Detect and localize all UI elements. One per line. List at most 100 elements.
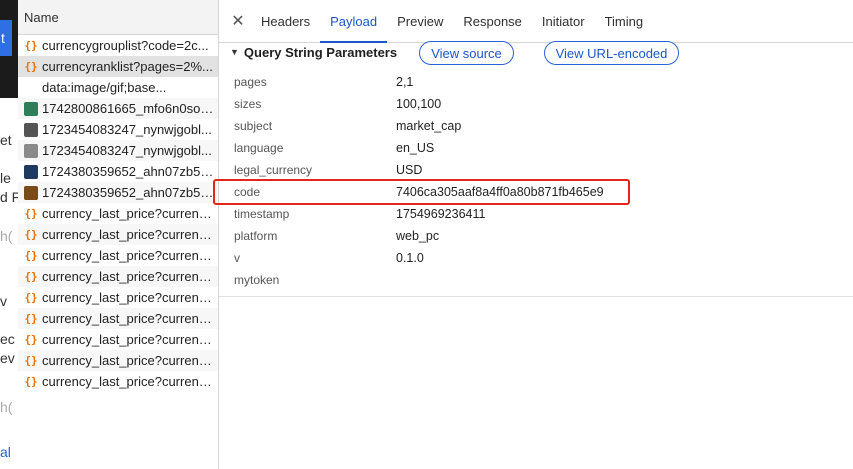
param-value: USD <box>396 163 423 177</box>
request-name: currency_last_price?currenc... <box>42 332 214 347</box>
request-list-item[interactable]: {} currency_last_price?currenc... <box>18 371 218 392</box>
query-string-section-header[interactable]: ▼ Query String Parameters <box>219 41 853 63</box>
request-list-item[interactable]: {} currencyranklist?pages=2%... <box>18 56 218 77</box>
page-blue-button[interactable]: t <box>0 20 12 56</box>
param-key: legal_currency <box>234 163 313 177</box>
tab-headers[interactable]: Headers <box>251 0 320 42</box>
xhr-icon: {} <box>24 354 38 367</box>
param-key: language <box>234 141 284 155</box>
name-column-label: Name <box>24 9 59 25</box>
page-text-fragment: ev <box>0 350 15 366</box>
request-list-item[interactable]: 1723454083247_nynwjgobl... <box>18 140 218 161</box>
close-icon[interactable]: ✕ <box>225 11 251 31</box>
request-list-item[interactable]: {} currency_last_price?currenc... <box>18 329 218 350</box>
request-detail-panel: ✕ Headers Payload Preview Response Initiator… <box>219 0 853 469</box>
param-row: v 0.1.0 <box>219 247 853 269</box>
param-key: timestamp <box>234 207 290 221</box>
xhr-icon: {} <box>24 249 38 262</box>
xhr-icon: {} <box>24 207 38 220</box>
page-text-fragment: v <box>0 293 7 309</box>
param-row: legal_currency USD <box>219 159 853 181</box>
view-source-button[interactable]: View source <box>419 41 514 65</box>
param-value: en_US <box>396 141 435 155</box>
request-name: currency_last_price?currenc... <box>42 374 214 389</box>
param-value: 2,1 <box>396 75 414 89</box>
tab-response[interactable]: Response <box>453 0 532 42</box>
page-text-fragment: al <box>0 444 11 460</box>
param-value: 100,100 <box>396 97 442 111</box>
param-value: 0.1.0 <box>396 251 424 265</box>
request-name: currencygrouplist?code=2c... <box>42 38 209 53</box>
request-list: Name {} currencygrouplist?code=2c... {} cur… <box>18 0 219 469</box>
section-title: Query String Parameters <box>243 44 398 60</box>
page-text-fragment: et <box>0 132 12 148</box>
request-list-item[interactable]: {} currency_last_price?currenc... <box>18 350 218 371</box>
param-value: web_pc <box>396 229 440 243</box>
request-list-item[interactable]: {} currency_last_price?currenc... <box>18 287 218 308</box>
view-url-encoded-button[interactable]: View URL-encoded <box>544 41 679 65</box>
page-text-fragment: h( <box>0 399 13 415</box>
param-value: 1754969236411 <box>396 207 486 221</box>
image-icon <box>24 185 38 200</box>
request-name: currency_last_price?currenc... <box>42 248 214 263</box>
page-text-fragment: le <box>0 170 11 186</box>
xhr-icon: {} <box>24 312 38 325</box>
request-name: currencyranklist?pages=2%... <box>42 59 213 74</box>
request-list-item[interactable]: 1724380359652_ahn07zb56... <box>18 182 218 203</box>
request-list-item[interactable]: {} currency_last_price?currenc... <box>18 203 218 224</box>
param-key: pages <box>234 75 267 89</box>
image-icon <box>24 101 38 116</box>
request-list-item[interactable]: 1724380359652_ahn07zb56... <box>18 161 218 182</box>
request-list-item[interactable]: {} currency_last_price?currenc... <box>18 245 218 266</box>
blank-icon <box>24 81 38 95</box>
page-text-fragment: ec <box>0 331 15 347</box>
param-key: platform <box>234 229 278 243</box>
request-list-item[interactable]: {} currency_last_price?currenc... <box>18 308 218 329</box>
xhr-icon: {} <box>24 228 38 241</box>
request-name: currency_last_price?currenc... <box>42 227 214 242</box>
request-name: 1723454083247_nynwjgobl... <box>42 122 212 137</box>
param-key: mytoken <box>234 273 280 287</box>
request-list-item[interactable]: 1723454083247_nynwjgobl... <box>18 119 218 140</box>
request-name: currency_last_price?currenc... <box>42 269 214 284</box>
param-key: sizes <box>234 97 262 111</box>
image-icon <box>24 164 38 179</box>
request-name: currency_last_price?currenc... <box>42 290 214 305</box>
page-text-fragment: h( <box>0 228 13 244</box>
name-column-header[interactable]: Name <box>18 0 218 35</box>
tab-payload[interactable]: Payload <box>320 0 388 43</box>
request-name: data:image/gif;base... <box>42 80 167 95</box>
request-name: 1724380359652_ahn07zb56... <box>42 185 214 200</box>
request-list-item[interactable]: data:image/gif;base... <box>18 77 218 98</box>
param-key: v <box>234 251 240 265</box>
param-row: subject market_cap <box>219 115 853 137</box>
param-row: language en_US <box>219 137 853 159</box>
request-name: currency_last_price?currenc... <box>42 353 214 368</box>
param-row: platform web_pc <box>219 225 853 247</box>
param-key: subject <box>234 119 273 133</box>
xhr-icon: {} <box>24 291 38 304</box>
param-value: market_cap <box>396 119 462 133</box>
param-row: pages 2,1 <box>219 71 853 93</box>
image-icon <box>24 122 38 137</box>
detail-tabs: ✕ Headers Payload Preview Response Initiator… <box>219 0 853 43</box>
xhr-icon: {} <box>24 375 38 388</box>
caret-down-icon[interactable]: ▼ <box>230 47 239 57</box>
image-icon <box>24 143 38 158</box>
request-list-item[interactable]: {} currency_last_price?currenc... <box>18 224 218 245</box>
request-name: currency_last_price?currenc... <box>42 206 214 221</box>
tab-preview[interactable]: Preview <box>387 0 453 42</box>
param-row: mytoken <box>219 269 853 291</box>
request-list-item[interactable]: {} currencygrouplist?code=2c... <box>18 35 218 56</box>
tab-timing[interactable]: Timing <box>595 0 654 42</box>
page-content-strip: t et le d F h(v ec ev h(al <box>0 0 19 469</box>
param-row: sizes 100,100 <box>219 93 853 115</box>
request-name: currency_last_price?currenc... <box>42 311 214 326</box>
xhr-icon: {} <box>24 60 38 73</box>
request-list-item[interactable]: 1742800861665_mfo6n0soq... <box>18 98 218 119</box>
tab-initiator[interactable]: Initiator <box>532 0 595 42</box>
param-row: timestamp 1754969236411 <box>219 203 853 225</box>
request-name: 1742800861665_mfo6n0soq... <box>42 101 214 116</box>
request-list-item[interactable]: {} currency_last_price?currenc... <box>18 266 218 287</box>
xhr-icon: {} <box>24 39 38 52</box>
